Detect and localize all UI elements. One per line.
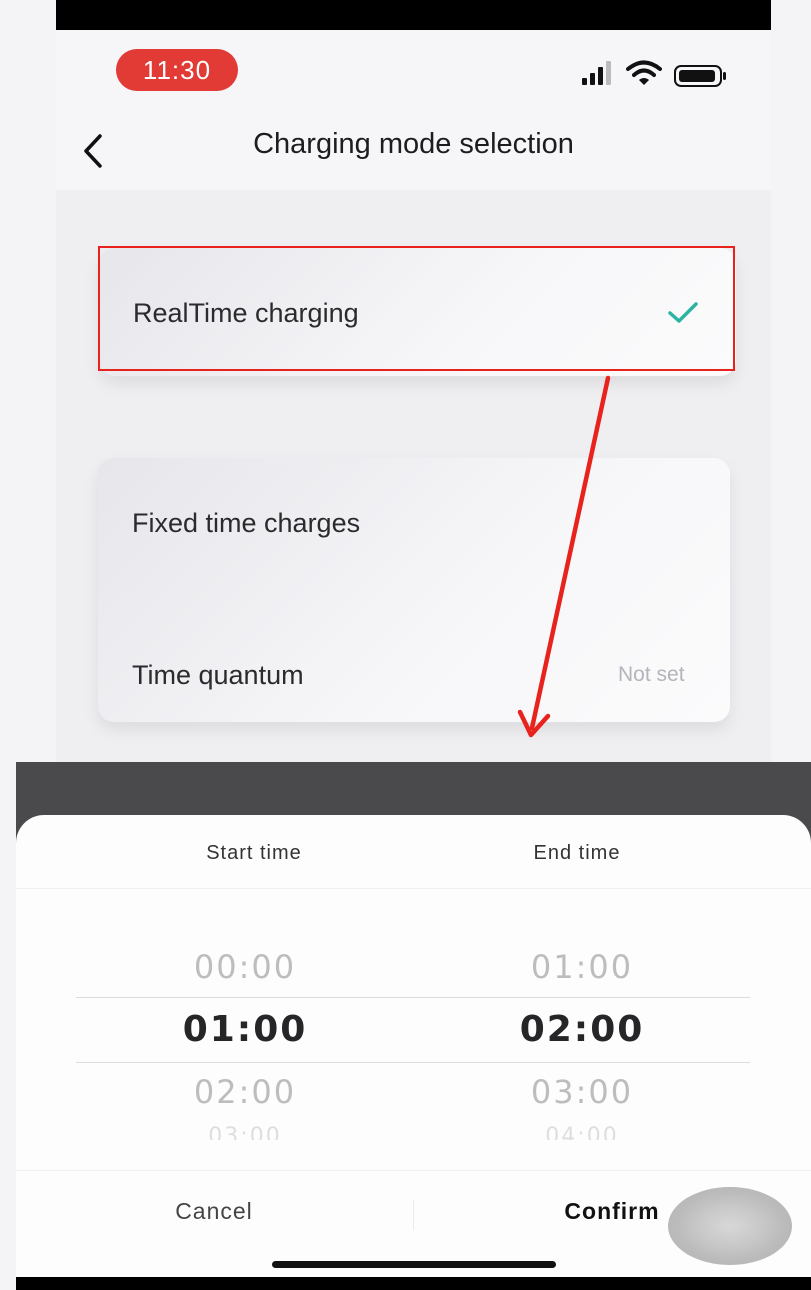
end-time-selected[interactable]: 02:00: [472, 1009, 692, 1050]
fixed-time-charges-option[interactable]: Fixed time charges Time quantum Not set: [98, 458, 730, 722]
top-black-bar: [56, 0, 771, 30]
end-time-option[interactable]: 04:00: [472, 1124, 692, 1140]
cellular-signal-icon: [582, 61, 611, 85]
button-divider: [413, 1200, 414, 1230]
fixed-time-charges-label: Fixed time charges: [132, 508, 361, 538]
cancel-button[interactable]: Cancel: [114, 1198, 314, 1225]
time-quantum-value[interactable]: Not set: [618, 663, 685, 687]
start-time-option[interactable]: 00:00: [135, 948, 355, 986]
picker-selection-line-top: [76, 997, 750, 998]
start-time-option[interactable]: 02:00: [135, 1073, 355, 1111]
end-time-option[interactable]: 01:00: [472, 948, 692, 986]
page-title: Charging mode selection: [253, 128, 574, 160]
end-time-heading: End time: [533, 842, 621, 864]
annotation-highlight-box: [98, 246, 735, 371]
touch-indicator: [668, 1187, 792, 1265]
home-indicator[interactable]: [272, 1261, 556, 1268]
time-quantum-label[interactable]: Time quantum: [132, 660, 304, 691]
picker-selection-line-bottom: [76, 1062, 750, 1063]
wifi-icon: [626, 60, 662, 85]
end-time-option[interactable]: 03:00: [472, 1073, 692, 1111]
start-time-heading: Start time: [206, 842, 302, 864]
picker-header: [16, 815, 811, 889]
start-time-option[interactable]: 03:00: [135, 1124, 355, 1140]
status-time: 11:30: [116, 49, 238, 91]
battery-icon: [674, 65, 726, 87]
start-time-selected[interactable]: 01:00: [135, 1009, 355, 1050]
bottom-black-bar: [16, 1277, 811, 1290]
footer-divider-line: [16, 1170, 811, 1171]
